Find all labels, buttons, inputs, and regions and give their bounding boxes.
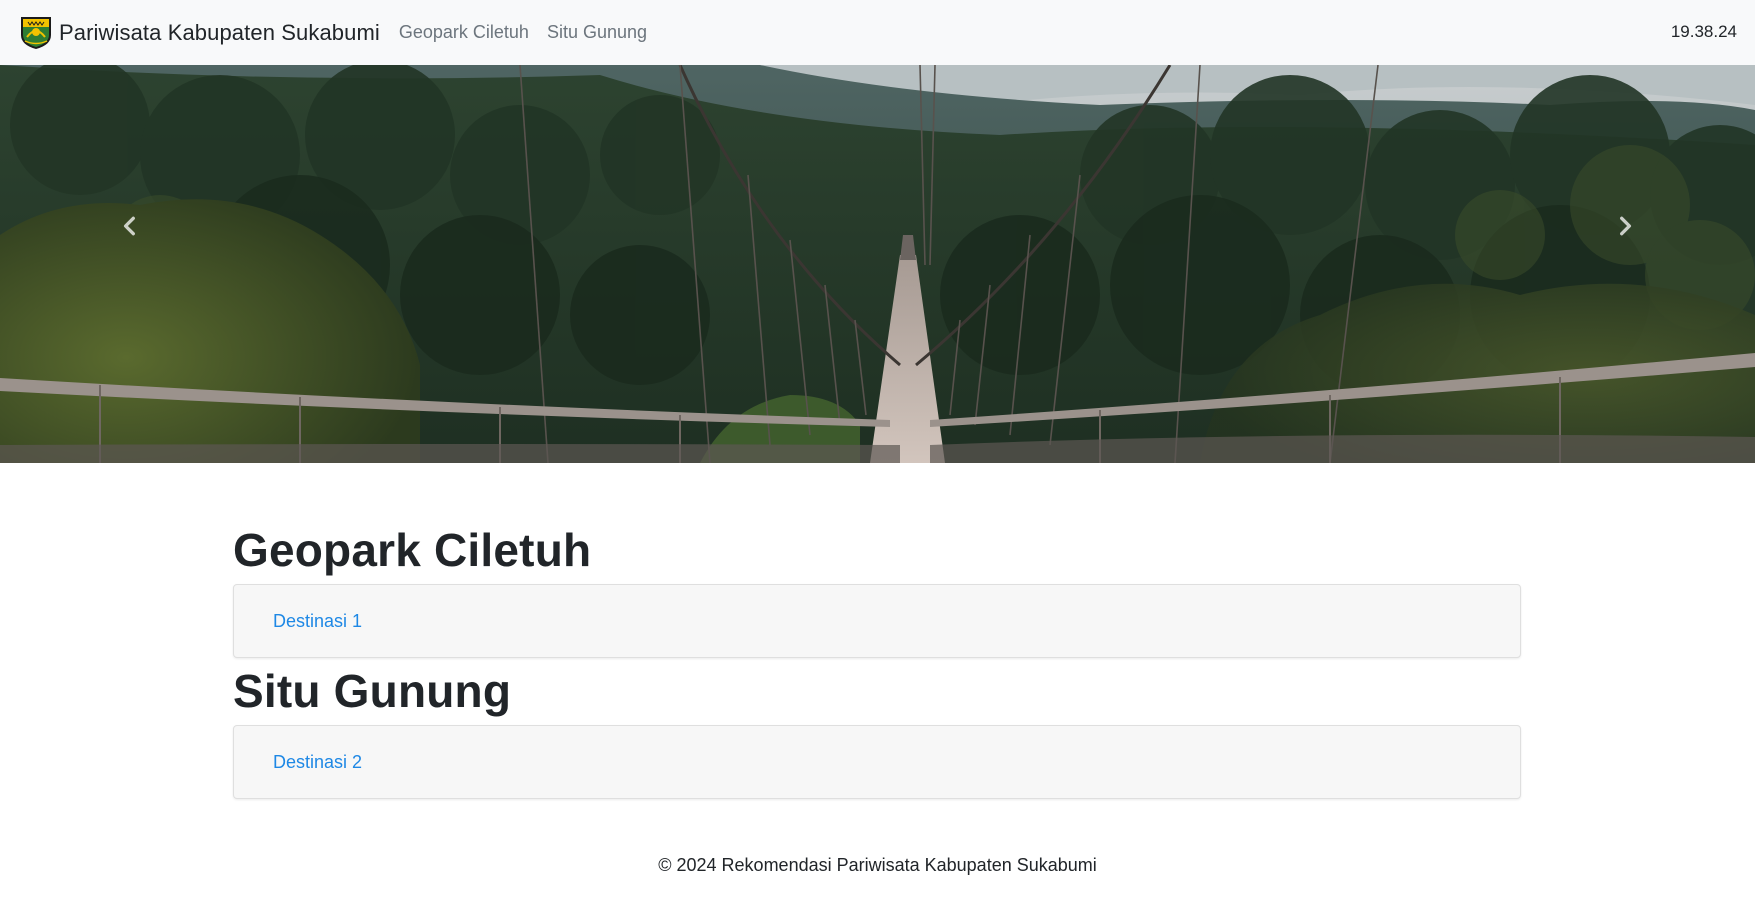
- carousel-slide-image: [0, 65, 1755, 463]
- brand-link[interactable]: Pariwisata Kabupaten Sukabumi: [18, 15, 380, 51]
- nav-link-geopark-ciletuh[interactable]: Geopark Ciletuh: [390, 22, 538, 43]
- clock: 19.38.24: [1670, 22, 1737, 41]
- main-content: Geopark Ciletuh Destinasi 1 Situ Gunung …: [233, 463, 1521, 800]
- destination-card: Destinasi 1: [233, 584, 1521, 659]
- footer-copyright: © 2024 Rekomendasi Pariwisata Kabupaten …: [658, 855, 1097, 875]
- destination-link-1[interactable]: Destinasi 1: [273, 611, 362, 632]
- destination-link-2[interactable]: Destinasi 2: [273, 752, 362, 773]
- nav-links: Geopark Ciletuh Situ Gunung: [390, 22, 656, 43]
- carousel-next-button[interactable]: [1495, 65, 1755, 463]
- destination-card: Destinasi 2: [233, 725, 1521, 800]
- chevron-right-icon: [1620, 216, 1632, 236]
- brand-title: Pariwisata Kabupaten Sukabumi: [59, 19, 380, 45]
- chevron-left-icon: [123, 216, 135, 236]
- hero-carousel: [0, 65, 1755, 463]
- section-title-geopark-ciletuh: Geopark Ciletuh: [233, 524, 592, 576]
- section-title-situ-gunung: Situ Gunung: [233, 665, 512, 718]
- nav-link-situ-gunung[interactable]: Situ Gunung: [538, 22, 656, 43]
- carousel-prev-button[interactable]: [0, 65, 260, 463]
- sukabumi-crest-icon: [21, 16, 51, 49]
- navbar: Pariwisata Kabupaten Sukabumi Geopark Ci…: [0, 0, 1755, 65]
